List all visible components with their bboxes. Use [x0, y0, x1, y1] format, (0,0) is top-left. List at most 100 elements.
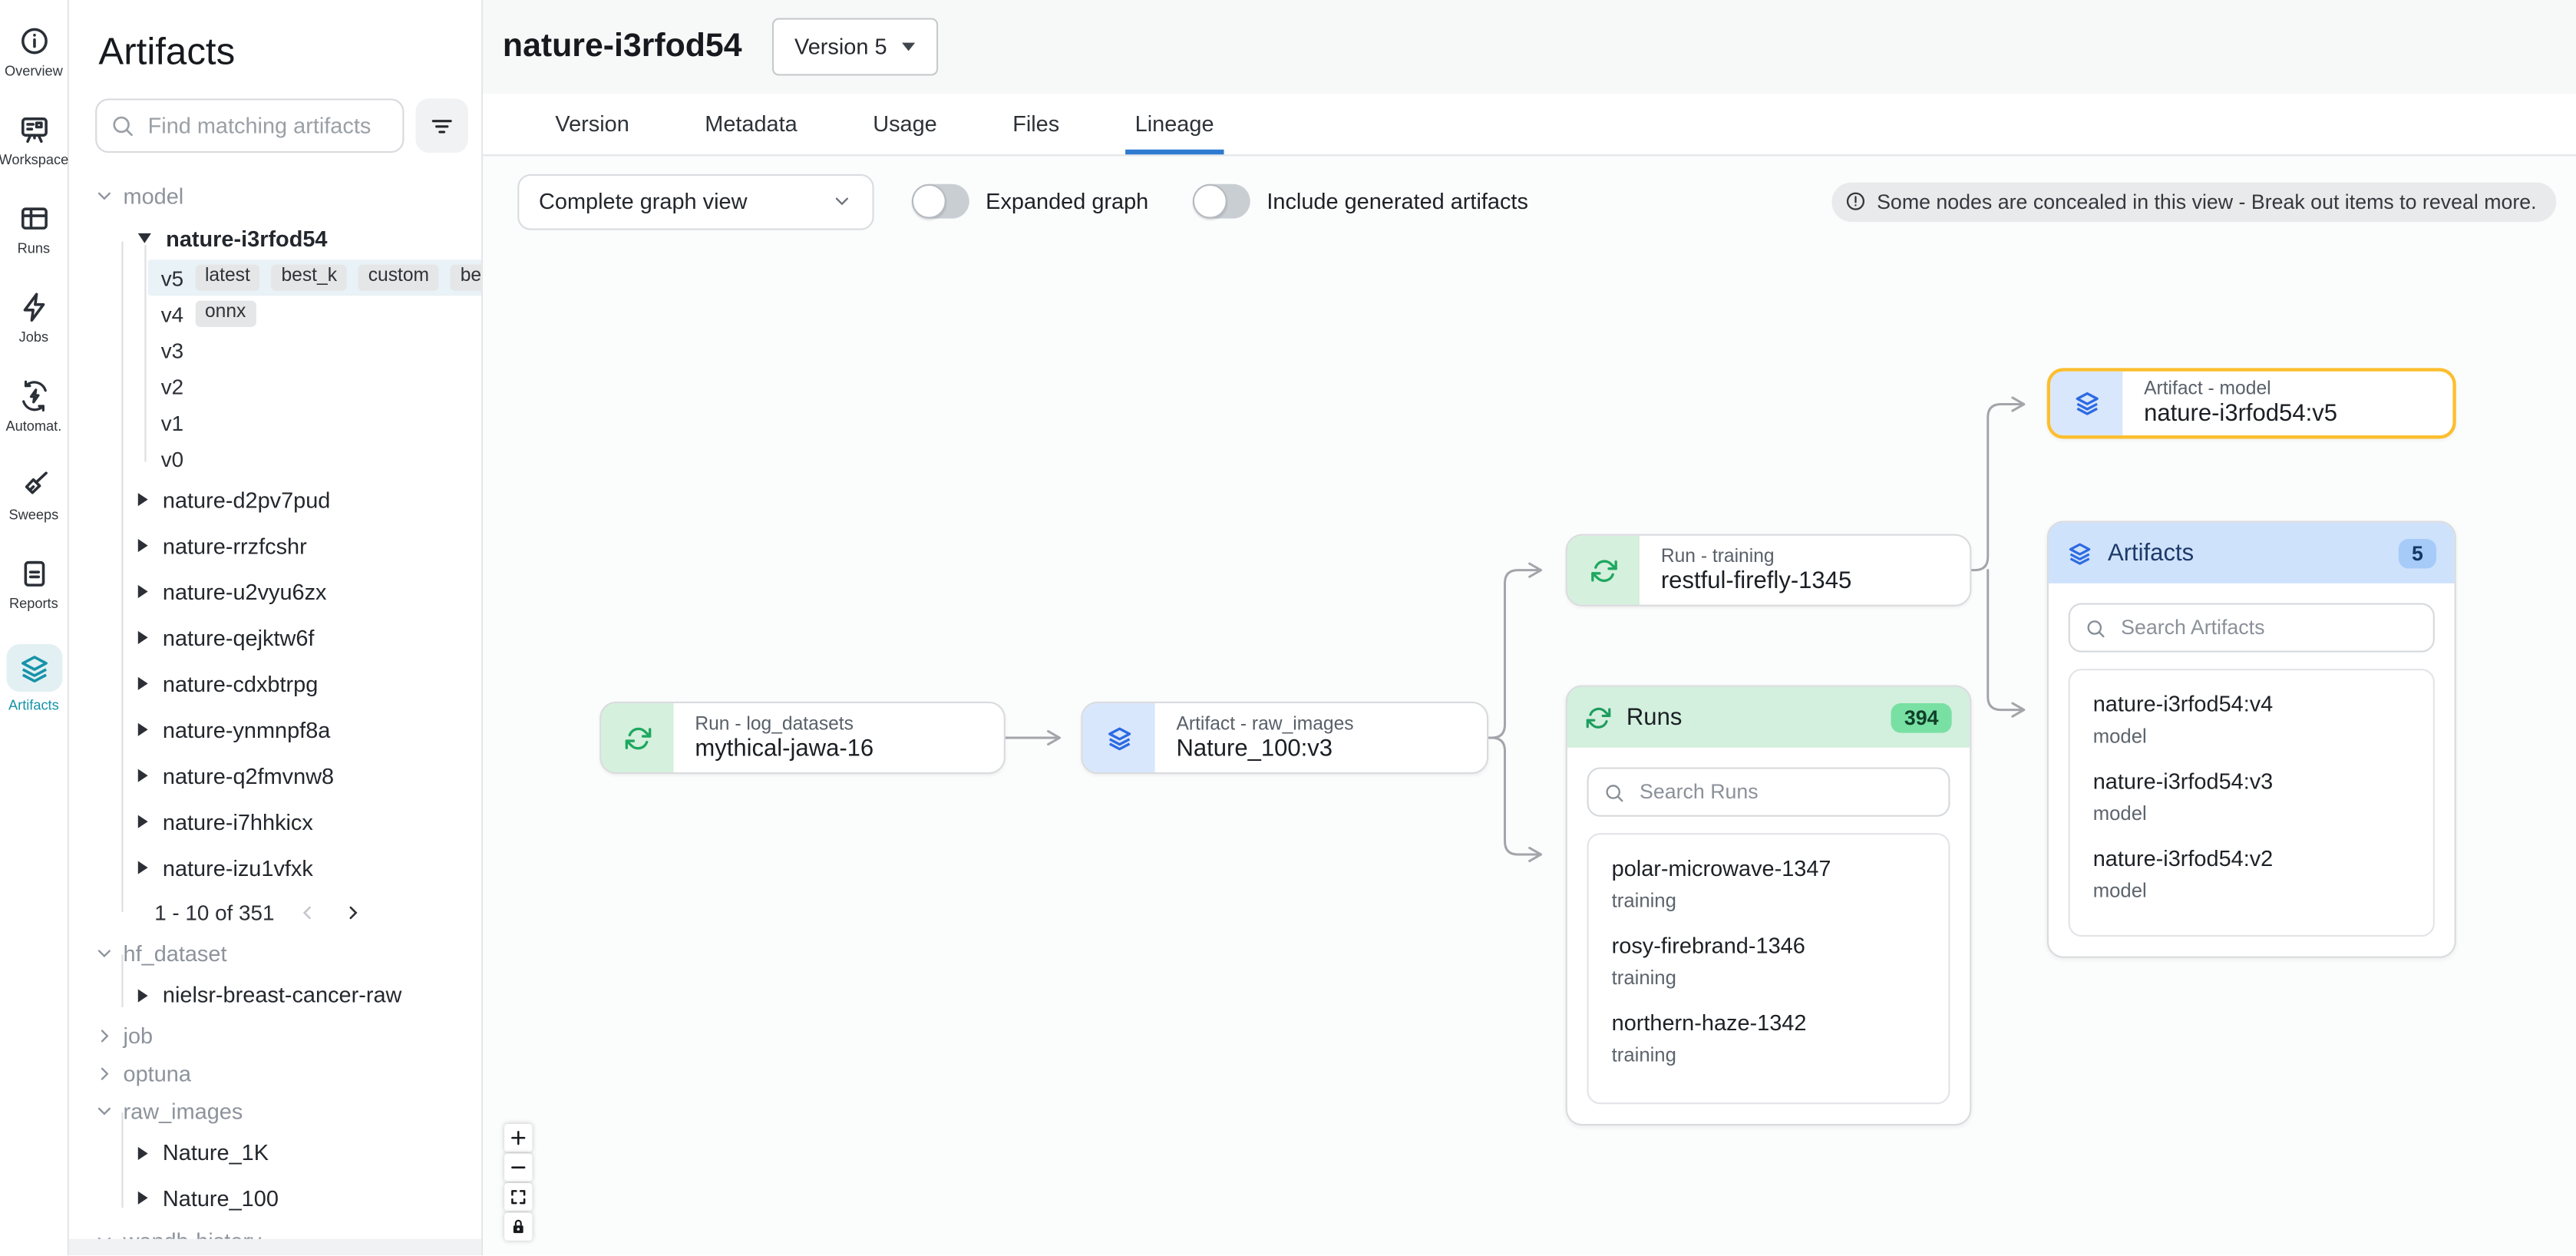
- tree-guide: [121, 1112, 123, 1208]
- nav-overview[interactable]: Overview: [0, 23, 68, 79]
- artifact-name: nature-cdxbtrpg: [163, 671, 318, 696]
- nav-sweeps[interactable]: Sweeps: [0, 467, 68, 523]
- tab-bar: Version Metadata Usage Files Lineage: [483, 94, 2576, 156]
- runs-panel-header[interactable]: Runs 394: [1567, 687, 1970, 748]
- version-row-v5[interactable]: v5 latest best_k custom best: [148, 259, 484, 296]
- artifact-name: nature-u2vyu6zx: [163, 579, 327, 603]
- toggle-track: [1193, 184, 1250, 219]
- tree-item[interactable]: Nature_1K: [95, 1131, 468, 1175]
- run-job-type: training: [1612, 966, 1926, 989]
- nav-automations[interactable]: Automat.: [0, 378, 68, 434]
- info-icon: [16, 23, 51, 58]
- tab-lineage[interactable]: Lineage: [1131, 94, 1217, 154]
- zoom-out-button[interactable]: [504, 1153, 532, 1181]
- nav-runs[interactable]: Runs: [0, 200, 68, 256]
- fit-view-button[interactable]: [504, 1183, 532, 1211]
- tree-item-nature-i3rfod54[interactable]: nature-i3rfod54: [95, 217, 468, 260]
- run-list-item[interactable]: polar-microwave-1347 training: [1589, 846, 1949, 924]
- artifact-name: nature-i7hhkicx: [163, 809, 313, 834]
- artifact-layers-icon: [2050, 372, 2122, 435]
- graph-node-artifact-model-selected[interactable]: Artifact - model nature-i3rfod54:v5: [2047, 368, 2456, 438]
- nav-label: Artifacts: [8, 696, 59, 712]
- minus-icon: [509, 1158, 527, 1177]
- tree-item[interactable]: nature-i7hhkicx: [95, 798, 468, 844]
- tree-item[interactable]: nature-rrzfcshr: [95, 523, 468, 569]
- category-label: optuna: [124, 1062, 191, 1086]
- graph-view-select[interactable]: Complete graph view: [517, 174, 874, 230]
- artifact-name: nature-d2pv7pud: [163, 488, 331, 512]
- sidebar-scroll-strip[interactable]: [69, 1239, 481, 1255]
- tab-version[interactable]: Version: [552, 94, 632, 154]
- tree-item[interactable]: nature-izu1vfxk: [95, 844, 468, 891]
- artifact-layers-icon: [2066, 540, 2092, 566]
- nav-reports[interactable]: Reports: [0, 555, 68, 611]
- count-badge: 5: [2399, 538, 2436, 568]
- version-row-v4[interactable]: v4 onnx: [148, 296, 468, 332]
- category-label: model: [124, 184, 184, 209]
- tree-item[interactable]: nielsr-breast-cancer-raw: [95, 973, 468, 1017]
- version-label: v5: [161, 266, 183, 290]
- version-selector[interactable]: Version 5: [771, 18, 938, 76]
- graph-node-run-log-datasets[interactable]: Run - log_datasets mythical-jawa-16: [599, 702, 1006, 774]
- tab-metadata[interactable]: Metadata: [702, 94, 801, 154]
- artifacts-layers-icon: [5, 644, 61, 692]
- fit-view-icon: [509, 1188, 527, 1206]
- triangle-down-icon: [138, 233, 151, 243]
- artifact-name: nature-rrzfcshr: [163, 534, 307, 558]
- artifacts-panel-header[interactable]: Artifacts 5: [2049, 523, 2455, 583]
- artifacts-search-input[interactable]: [2118, 614, 2419, 640]
- lock-button[interactable]: [504, 1213, 532, 1241]
- runs-search-input[interactable]: [1636, 779, 1934, 805]
- artifact-layers-icon: [1082, 703, 1154, 772]
- tree-category-model[interactable]: model: [95, 176, 468, 217]
- tree-category-job[interactable]: job: [95, 1017, 468, 1055]
- artifact-list-item[interactable]: nature-i3rfod54:v4 model: [2070, 682, 2433, 759]
- nav-workspace[interactable]: Workspace: [0, 112, 68, 168]
- node-type-label: Artifact - raw_images: [1176, 714, 1353, 734]
- run-list-item[interactable]: rosy-firebrand-1346 training: [1589, 924, 1949, 1001]
- artifact-list-item[interactable]: nature-i3rfod54:v3 model: [2070, 759, 2433, 837]
- version-row-v2[interactable]: v2: [148, 368, 468, 404]
- tree-category-raw-images[interactable]: raw_images: [95, 1092, 468, 1130]
- tree-item[interactable]: nature-ynmnpf8a: [95, 706, 468, 752]
- tab-files[interactable]: Files: [1009, 94, 1063, 154]
- filter-button[interactable]: [415, 98, 467, 153]
- triangle-right-icon: [138, 988, 148, 1001]
- artifact-tree: model nature-i3rfod54 v5 latest best_k c…: [95, 176, 468, 1255]
- triangle-right-icon: [138, 493, 148, 506]
- tree-item[interactable]: nature-q2fmvnw8: [95, 752, 468, 798]
- version-label: v4: [161, 302, 183, 326]
- graph-node-run-training[interactable]: Run - training restful-firefly-1345: [1566, 534, 1972, 607]
- expanded-graph-toggle[interactable]: Expanded graph: [912, 184, 1148, 219]
- count-badge: 394: [1891, 702, 1952, 732]
- version-row-v0[interactable]: v0: [148, 441, 468, 477]
- run-list-item[interactable]: northern-haze-1342 training: [1589, 1000, 1949, 1078]
- version-row-v1[interactable]: v1: [148, 405, 468, 441]
- node-name: mythical-jawa-16: [695, 735, 874, 762]
- graph-node-artifact-raw-images[interactable]: Artifact - raw_images Nature_100:v3: [1081, 702, 1488, 774]
- sidebar-search-input[interactable]: [144, 112, 381, 140]
- nav-artifacts[interactable]: Artifacts: [0, 644, 68, 713]
- toggle-label: Include generated artifacts: [1267, 189, 1528, 213]
- zoom-in-button[interactable]: [504, 1124, 532, 1152]
- nav-jobs[interactable]: Jobs: [0, 289, 68, 345]
- chevron-left-icon[interactable]: [297, 901, 319, 923]
- tree-item[interactable]: Nature_100: [95, 1175, 468, 1221]
- tab-usage[interactable]: Usage: [870, 94, 940, 154]
- artifact-list-item[interactable]: nature-i3rfod54:v2 model: [2070, 836, 2433, 914]
- tree-item[interactable]: nature-cdxbtrpg: [95, 660, 468, 706]
- tree-item[interactable]: nature-u2vyu6zx: [95, 569, 468, 615]
- version-row-v3[interactable]: v3: [148, 332, 468, 368]
- category-label: raw_images: [124, 1099, 243, 1124]
- plus-icon: [509, 1129, 527, 1147]
- tree-item[interactable]: nature-d2pv7pud: [95, 477, 468, 523]
- triangle-right-icon: [138, 723, 148, 736]
- artifacts-sidebar: Artifacts model: [69, 0, 483, 1255]
- tree-category-optuna[interactable]: optuna: [95, 1055, 468, 1092]
- include-generated-toggle[interactable]: Include generated artifacts: [1193, 184, 1528, 219]
- chevron-down-icon: [95, 187, 114, 206]
- toggle-knob: [912, 184, 946, 219]
- tree-item[interactable]: nature-qejktw6f: [95, 614, 468, 660]
- tree-category-hf-dataset[interactable]: hf_dataset: [95, 934, 468, 973]
- chevron-right-icon[interactable]: [342, 901, 363, 923]
